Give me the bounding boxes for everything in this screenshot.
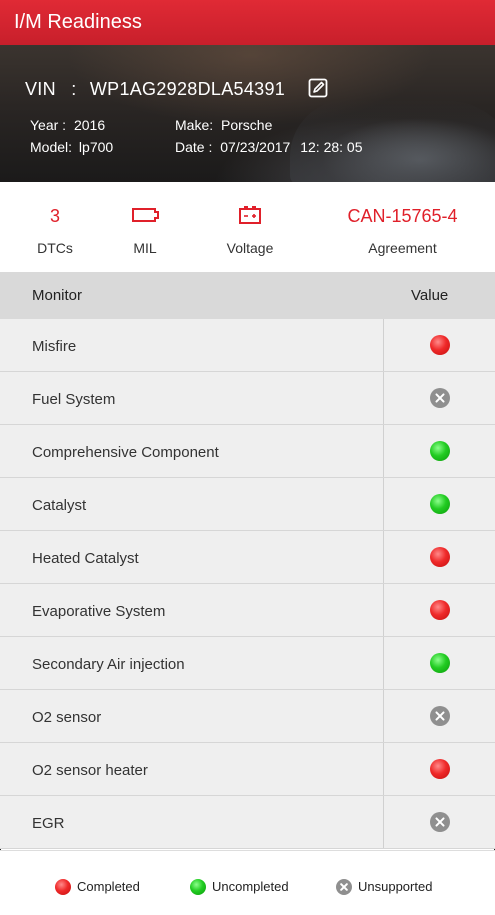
unsupported-icon (336, 879, 352, 895)
table-header: Monitor Value (0, 272, 495, 319)
table-row[interactable]: Fuel System (0, 372, 495, 425)
value-cell (383, 690, 495, 742)
table-row[interactable]: O2 sensor heater (0, 743, 495, 796)
monitor-name: O2 sensor (32, 709, 102, 726)
date-info: Date : 07/23/2017 12: 28: 05 (175, 139, 363, 155)
header-monitor: Monitor (32, 287, 83, 304)
header-value: Value (411, 287, 449, 304)
unsupported-icon (429, 812, 450, 832)
model-label: Model: (30, 139, 73, 155)
engine-icon (115, 204, 175, 228)
make-value: Porsche (221, 117, 273, 133)
legend: Completed Uncompleted Unsupported (0, 850, 495, 915)
uncompleted-dot-icon (429, 441, 450, 461)
make-label: Make: (175, 117, 214, 133)
completed-dot-icon (429, 759, 450, 779)
legend-unsupported: Unsupported (336, 879, 433, 895)
make-info: Make: Porsche (175, 117, 272, 133)
vin-label: VIN (25, 79, 56, 99)
stat-agreement[interactable]: CAN-15765-4 Agreement (325, 204, 480, 256)
completed-dot-icon (429, 335, 450, 355)
monitor-name: Comprehensive Component (32, 444, 219, 461)
date-value: 07/23/2017 (220, 139, 291, 155)
agreement-value: CAN-15765-4 (347, 206, 458, 226)
monitor-name: Evaporative System (32, 603, 166, 620)
uncompleted-dot-icon (190, 879, 206, 895)
completed-dot-icon (429, 600, 450, 620)
voltage-label: Voltage (226, 240, 274, 256)
completed-dot-icon (55, 879, 71, 895)
legend-uncompleted-label: Uncompleted (212, 879, 289, 894)
model-value: lp700 (78, 139, 114, 155)
year-value: 2016 (73, 117, 106, 133)
unsupported-icon (429, 706, 450, 726)
legend-completed-label: Completed (77, 879, 140, 894)
value-cell (383, 319, 495, 371)
uncompleted-dot-icon (429, 653, 450, 673)
value-cell (383, 796, 495, 848)
stat-voltage[interactable]: Voltage (215, 204, 285, 256)
mil-label: MIL (133, 240, 157, 256)
vin-value: WP1AG2928DLA54391 (89, 79, 286, 99)
unsupported-icon (429, 388, 450, 408)
uncompleted-dot-icon (429, 494, 450, 514)
value-cell (383, 478, 495, 530)
value-cell (383, 425, 495, 477)
page-title: I/M Readiness (14, 11, 142, 33)
table-row[interactable]: EGR (0, 796, 495, 849)
edit-icon[interactable] (308, 78, 328, 103)
monitor-name: Fuel System (32, 391, 116, 408)
value-cell (383, 531, 495, 583)
value-cell (383, 372, 495, 424)
dtc-count: 3 (49, 206, 60, 226)
monitor-name: O2 sensor heater (32, 762, 148, 779)
table-row[interactable]: Heated Catalyst (0, 531, 495, 584)
completed-dot-icon (429, 547, 450, 567)
year-info: Year : 2016 (30, 117, 105, 133)
year-label: Year : (30, 117, 67, 133)
title-bar: I/M Readiness (0, 0, 495, 45)
dtc-label: DTCs (37, 240, 73, 256)
value-cell (383, 637, 495, 689)
battery-icon (215, 204, 285, 228)
vehicle-banner: VIN : WP1AG2928DLA54391 Year : 2016 Mode… (0, 45, 495, 182)
value-cell (383, 584, 495, 636)
table-row[interactable]: Secondary Air injection (0, 637, 495, 690)
date-label: Date : (175, 139, 213, 155)
table-row[interactable]: Comprehensive Component (0, 425, 495, 478)
monitor-name: Catalyst (32, 497, 87, 514)
monitor-name: EGR (32, 815, 65, 832)
legend-completed: Completed (55, 879, 140, 895)
table-body: Misfire Fuel System Comprehensive Componen… (0, 319, 495, 849)
monitor-name: Heated Catalyst (32, 550, 139, 567)
table-row[interactable]: Misfire (0, 319, 495, 372)
stat-mil[interactable]: MIL (115, 204, 175, 256)
monitor-name: Secondary Air injection (32, 656, 185, 673)
agreement-label: Agreement (368, 240, 437, 256)
time-value: 12: 28: 05 (300, 139, 363, 155)
readiness-table: Monitor Value Misfire Fuel System Comprehe… (0, 272, 495, 849)
table-row[interactable]: O2 sensor (0, 690, 495, 743)
model-info: Model: lp700 (30, 139, 113, 155)
vin-row: VIN : WP1AG2928DLA54391 (25, 78, 328, 103)
vin-separator: : (71, 79, 77, 99)
stats-bar: 3 DTCs MIL Voltage CAN-15765-4 Agreement (0, 182, 495, 272)
monitor-name: Misfire (32, 338, 77, 355)
table-row[interactable]: Catalyst (0, 478, 495, 531)
value-cell (383, 743, 495, 795)
stat-dtcs[interactable]: 3 DTCs (25, 204, 85, 256)
legend-unsupported-label: Unsupported (358, 879, 433, 894)
table-row[interactable]: Evaporative System (0, 584, 495, 637)
legend-uncompleted: Uncompleted (190, 879, 289, 895)
